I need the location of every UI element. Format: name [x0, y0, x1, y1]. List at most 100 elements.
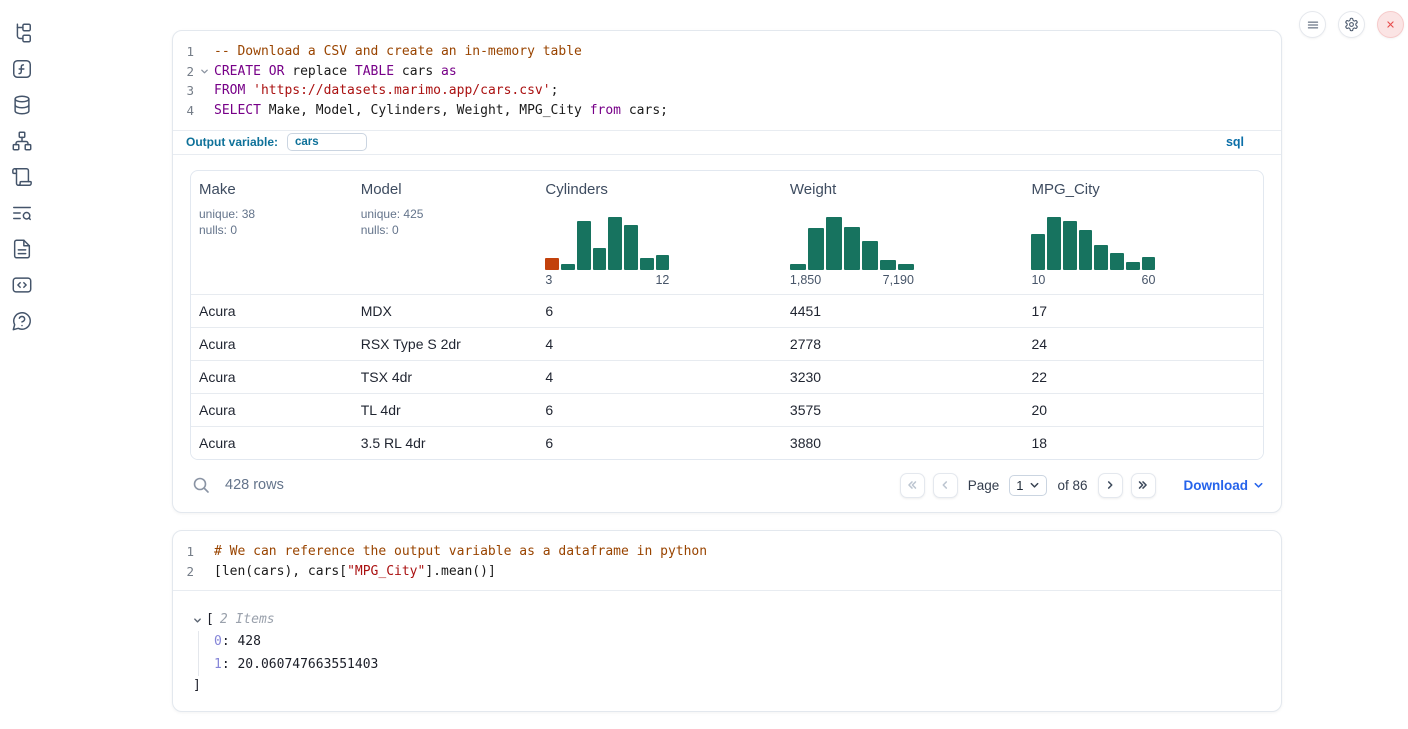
- column-header-weight[interactable]: Weight 1,8507,190: [782, 171, 1024, 294]
- search-icon[interactable]: [190, 474, 212, 496]
- histogram-bar: [880, 260, 896, 270]
- last-page-button[interactable]: [1131, 473, 1156, 498]
- chevron-down-icon: [1253, 480, 1264, 491]
- histogram-bar: [1063, 221, 1077, 270]
- line-number: 1: [173, 542, 194, 562]
- menu-button[interactable]: [1299, 11, 1326, 38]
- histogram-bar: [561, 264, 575, 270]
- sql-editor[interactable]: 1-- Download a CSV and create an in-memo…: [173, 31, 1281, 130]
- collapse-toggle-icon[interactable]: [193, 616, 205, 625]
- table-cell: TSX 4dr: [353, 369, 538, 385]
- table-cell: Acura: [191, 402, 353, 418]
- download-button[interactable]: Download: [1184, 478, 1265, 493]
- column-histogram: [545, 217, 669, 270]
- histogram-bar: [1031, 234, 1045, 270]
- code-line: 2CREATE OR replace TABLE cars as: [173, 62, 1281, 82]
- code-line: 4SELECT Make, Model, Cylinders, Weight, …: [173, 101, 1281, 121]
- line-number: 2: [173, 562, 194, 582]
- table-cell: 18: [1023, 435, 1263, 451]
- sidebar: [0, 0, 44, 729]
- histogram-axis: 312: [545, 273, 669, 287]
- histogram-axis: 1060: [1031, 273, 1155, 287]
- column-header-mpg_city[interactable]: MPG_City 1060: [1023, 171, 1263, 294]
- column-name: MPG_City: [1031, 180, 1255, 200]
- page-label: Page: [968, 478, 1000, 493]
- table-cell: RSX Type S 2dr: [353, 336, 538, 352]
- column-histogram: [1031, 217, 1155, 270]
- column-header-make[interactable]: Makeunique: 38nulls: 0: [191, 171, 353, 294]
- next-page-button[interactable]: [1098, 473, 1123, 498]
- fold-chevron-icon[interactable]: [194, 62, 214, 82]
- table-cell: 3230: [782, 369, 1024, 385]
- table-cell: 6: [537, 402, 782, 418]
- histogram-bar: [898, 264, 914, 270]
- table-body: AcuraMDX6445117AcuraRSX Type S 2dr427782…: [191, 294, 1263, 459]
- table-row[interactable]: AcuraMDX6445117: [191, 294, 1263, 327]
- output-entry: 1: 20.060747663551403: [214, 654, 1281, 677]
- histogram-axis: 1,8507,190: [790, 273, 914, 287]
- sql-cell-footer: Output variable: sql: [173, 130, 1281, 155]
- line-number: 4: [173, 101, 194, 121]
- line-number: 3: [173, 81, 194, 101]
- output-variable-label: Output variable:: [186, 135, 278, 149]
- fold-gutter: [194, 42, 214, 62]
- table-row[interactable]: AcuraRSX Type S 2dr4277824: [191, 327, 1263, 360]
- close-button[interactable]: [1377, 11, 1404, 38]
- histogram-bar: [608, 217, 622, 270]
- code-line: 1# We can reference the output variable …: [173, 542, 1281, 562]
- histogram-bar: [640, 258, 654, 270]
- page-select[interactable]: 1: [1009, 475, 1047, 496]
- help-icon[interactable]: [11, 309, 34, 332]
- column-histogram: [790, 217, 914, 270]
- column-name: Model: [361, 180, 530, 200]
- histogram-bar: [1079, 230, 1093, 270]
- code-line: 2[len(cars), cars["MPG_City"].mean()]: [173, 562, 1281, 582]
- scratchpad-icon[interactable]: [11, 165, 34, 188]
- settings-button[interactable]: [1338, 11, 1365, 38]
- python-output: [ 2 Items 0: 4281: 20.060747663551403 ]: [173, 591, 1281, 696]
- table-cell: Acura: [191, 336, 353, 352]
- histogram-bar: [862, 241, 878, 270]
- output-entries: 0: 4281: 20.060747663551403: [198, 631, 1281, 676]
- table-cell: Acura: [191, 303, 353, 319]
- column-stats: unique: 38nulls: 0: [199, 206, 345, 238]
- python-cell: 1# We can reference the output variable …: [172, 530, 1282, 712]
- python-editor[interactable]: 1# We can reference the output variable …: [173, 531, 1281, 590]
- histogram-bar: [1142, 257, 1156, 270]
- sql-cell: 1-- Download a CSV and create an in-memo…: [172, 30, 1282, 513]
- column-header-cylinders[interactable]: Cylinders 312: [537, 171, 782, 294]
- table-row[interactable]: AcuraTSX 4dr4323022: [191, 360, 1263, 393]
- fold-gutter: [194, 562, 214, 582]
- dependency-graph-icon[interactable]: [11, 129, 34, 152]
- column-name: Cylinders: [545, 180, 774, 200]
- output-variable-input[interactable]: [287, 133, 367, 151]
- output-open-bracket: [: [206, 609, 214, 631]
- functions-icon[interactable]: [11, 57, 34, 80]
- column-header-model[interactable]: Model unique: 425nulls: 0: [353, 171, 538, 294]
- table-cell: 3.5 RL 4dr: [353, 435, 538, 451]
- documentation-icon[interactable]: [11, 237, 34, 260]
- previous-page-button[interactable]: [933, 473, 958, 498]
- table-cell: TL 4dr: [353, 402, 538, 418]
- page-select-value: 1: [1016, 478, 1023, 493]
- table-cell: 3880: [782, 435, 1024, 451]
- fold-gutter: [194, 101, 214, 121]
- output-close-bracket: ]: [193, 676, 1281, 696]
- logs-icon[interactable]: [11, 201, 34, 224]
- table-row[interactable]: Acura3.5 RL 4dr6388018: [191, 426, 1263, 459]
- column-stats: unique: 425nulls: 0: [361, 206, 530, 238]
- file-tree-icon[interactable]: [11, 21, 34, 44]
- histogram-bar: [577, 221, 591, 270]
- column-name: Weight: [790, 180, 1016, 200]
- histogram-bar: [1094, 245, 1108, 270]
- table-row[interactable]: AcuraTL 4dr6357520: [191, 393, 1263, 426]
- histogram-bar: [1110, 253, 1124, 270]
- page-total-label: of 86: [1057, 478, 1087, 493]
- output-entry: 0: 428: [214, 631, 1281, 654]
- histogram-bar: [808, 228, 824, 270]
- table-cell: 24: [1023, 336, 1263, 352]
- datasources-icon[interactable]: [11, 93, 34, 116]
- snippets-icon[interactable]: [11, 273, 34, 296]
- histogram-bar: [790, 264, 806, 270]
- first-page-button[interactable]: [900, 473, 925, 498]
